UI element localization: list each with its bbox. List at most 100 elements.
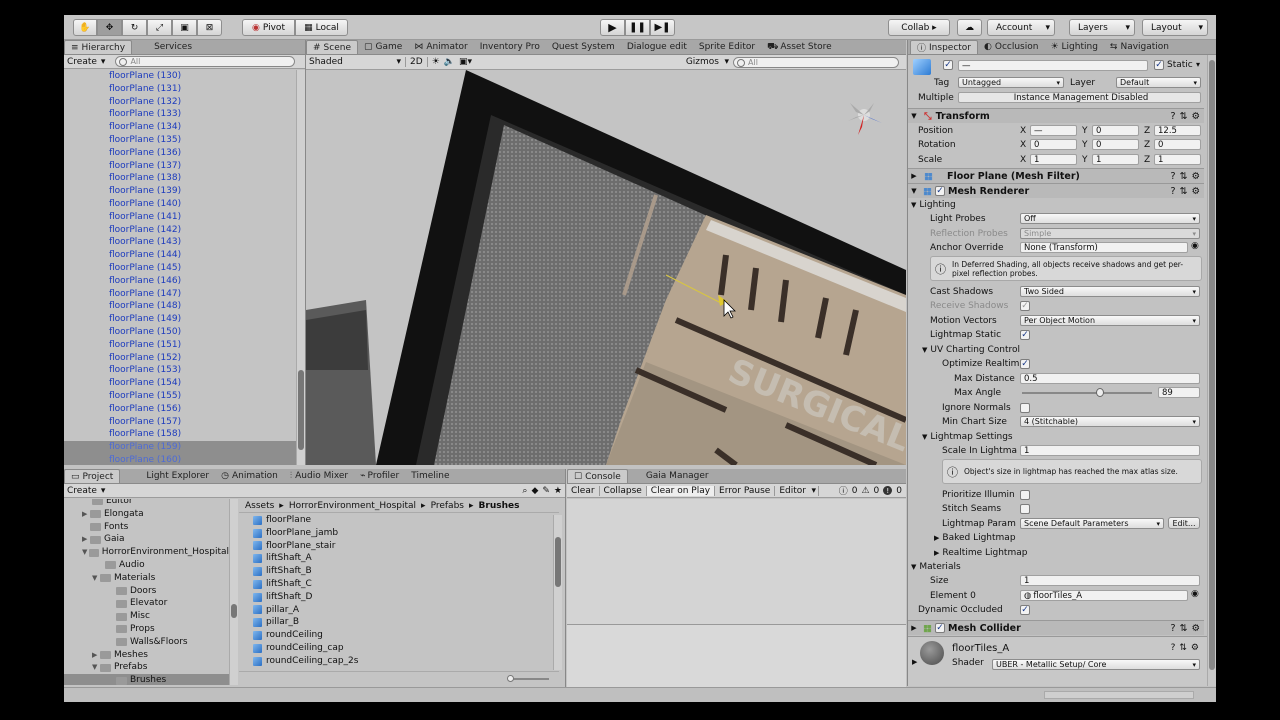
edit-parameters-button[interactable]: Edit...	[1168, 517, 1200, 529]
help-icon[interactable]: ?	[1170, 186, 1175, 197]
active-checkbox[interactable]: ✓	[943, 60, 953, 70]
chevron-right-icon[interactable]: ▶	[82, 533, 90, 546]
tab-profiler[interactable]: ⌁ Profiler	[354, 469, 405, 483]
mesh-collider-header[interactable]: ▶ ▦ ✓ Mesh Collider ? ⇅ ⚙	[908, 620, 1204, 635]
asset-item[interactable]: liftShaft_A	[253, 552, 312, 565]
axis-x-label[interactable]: X	[1020, 155, 1026, 165]
chevron-down-icon[interactable]: ▾	[1196, 60, 1200, 69]
scene-search[interactable]: All	[733, 56, 899, 68]
light-icon[interactable]: ☀	[426, 57, 440, 67]
transform-rot-y-field[interactable]: 0	[1092, 139, 1139, 150]
error-pause-toggle[interactable]: Error Pause	[715, 485, 776, 496]
mesh-renderer-header[interactable]: ▼ ▦ ✓ Mesh Renderer ? ⇅ ⚙	[908, 183, 1204, 198]
layers-dropdown[interactable]: Layers ▾	[1069, 19, 1135, 36]
tab-project[interactable]: ▭ Project	[64, 469, 121, 483]
asset-item[interactable]: roundCeiling	[253, 629, 323, 642]
2d-toggle[interactable]: 2D	[405, 57, 423, 67]
hierarchy-item[interactable]: floorPlane (131)	[64, 83, 296, 96]
asset-item[interactable]: floorPlane_jamb	[253, 527, 338, 540]
hierarchy-scrollbar[interactable]	[296, 70, 305, 465]
object-picker-icon[interactable]: ◉	[1191, 241, 1199, 251]
inspector-scrollbar[interactable]	[1207, 55, 1216, 686]
gear-icon[interactable]: ⚙	[1191, 186, 1200, 197]
transform-scl-x-field[interactable]: 1	[1030, 154, 1077, 165]
chevron-down-icon[interactable]: ▼	[82, 546, 89, 559]
materials-size-field[interactable]: 1	[1020, 575, 1200, 586]
mesh-renderer-enabled-checkbox[interactable]: ✓	[934, 186, 945, 196]
motion-vectors-dropdown[interactable]: Per Object Motion	[1020, 315, 1200, 326]
tab-asset-store[interactable]: ⛟ Asset Store	[761, 40, 838, 54]
transform-tool-icon[interactable]: ⊠	[197, 19, 222, 36]
mesh-collider-enabled-checkbox[interactable]: ✓	[934, 623, 945, 633]
console-log-list[interactable]	[567, 499, 906, 624]
audio-icon[interactable]: 🔈	[444, 57, 455, 67]
console-detail-area[interactable]	[567, 624, 906, 687]
tab-inventory[interactable]: Inventory Pro	[474, 40, 546, 54]
hierarchy-item[interactable]: floorPlane (156)	[64, 403, 296, 416]
hierarchy-item[interactable]: floorPlane (130)	[64, 70, 296, 83]
hierarchy-item[interactable]: floorPlane (148)	[64, 300, 296, 313]
max-angle-field[interactable]: 89	[1158, 387, 1200, 398]
help-icon[interactable]: ?	[1171, 643, 1176, 653]
hierarchy-item[interactable]: floorPlane (155)	[64, 390, 296, 403]
help-icon[interactable]: ?	[1170, 623, 1175, 634]
project-folder-item[interactable]: ▼ Prefabs	[64, 661, 229, 674]
hierarchy-item[interactable]: floorPlane (157)	[64, 416, 296, 429]
chevron-right-icon[interactable]: ▶	[912, 658, 917, 666]
asset-item[interactable]: liftShaft_C	[253, 578, 312, 591]
tab-animator[interactable]: ⋈ Animator	[408, 40, 473, 54]
scene-viewport[interactable]: SURGICAL CENTER	[306, 70, 906, 465]
cloud-icon[interactable]: ☁	[957, 19, 982, 36]
preset-icon[interactable]: ⇅	[1180, 623, 1188, 634]
project-folder-item[interactable]: Misc	[64, 610, 229, 623]
tab-lighting[interactable]: ☀ Lighting	[1044, 40, 1103, 54]
preset-icon[interactable]: ⇅	[1179, 643, 1187, 653]
axis-z-label[interactable]: Z	[1144, 155, 1150, 165]
tab-timeline[interactable]: Timeline	[405, 469, 455, 483]
hierarchy-item[interactable]: floorPlane (160)	[64, 453, 296, 465]
project-folder-item[interactable]: Walls&Floors	[64, 636, 229, 649]
gear-icon[interactable]: ⚙	[1191, 643, 1199, 653]
project-folder-item[interactable]: Fonts	[64, 521, 229, 534]
filter-type-icon[interactable]: ◆	[531, 486, 538, 496]
object-picker-icon[interactable]: ◉	[1191, 589, 1199, 599]
editor-dropdown[interactable]: Editor ▾	[775, 485, 819, 496]
hierarchy-item[interactable]: floorPlane (133)	[64, 108, 296, 121]
slider-handle[interactable]	[507, 675, 514, 682]
lighting-foldout[interactable]: ▼ Lighting	[911, 198, 956, 212]
hierarchy-item[interactable]: floorPlane (158)	[64, 428, 296, 441]
lightmap-static-checkbox[interactable]: ✓	[1020, 330, 1030, 340]
asset-item[interactable]: pillar_A	[253, 604, 299, 617]
transform-scl-y-field[interactable]: 1	[1092, 154, 1139, 165]
object-name-field[interactable]: —	[958, 60, 1148, 71]
optimize-realtime-checkbox[interactable]: ✓	[1020, 359, 1030, 369]
move-tool-icon[interactable]: ✥	[97, 19, 122, 36]
chevron-down-icon[interactable]: ▼	[92, 661, 100, 674]
help-icon[interactable]: ?	[1170, 111, 1175, 122]
play-icon[interactable]: ▶	[600, 19, 625, 36]
info-count-icon[interactable]: ⓘ	[839, 484, 848, 497]
axis-x-label[interactable]: X	[1020, 126, 1026, 136]
collapse-toggle[interactable]: Collapse	[600, 485, 647, 496]
transform-pos-x-field[interactable]: —	[1030, 125, 1077, 136]
stitch-seams-checkbox[interactable]	[1020, 504, 1030, 514]
tab-sprite-editor[interactable]: Sprite Editor	[693, 40, 761, 54]
clear-button[interactable]: Clear	[567, 485, 600, 496]
project-folder-item[interactable]: Brushes	[64, 674, 229, 685]
layout-dropdown[interactable]: Layout ▾	[1142, 19, 1208, 36]
scale-in-lightmap-field[interactable]: 1	[1020, 445, 1200, 456]
clear-on-play-toggle[interactable]: Clear on Play	[646, 485, 716, 496]
gear-icon[interactable]: ⚙	[1191, 111, 1200, 122]
hierarchy-item[interactable]: floorPlane (146)	[64, 275, 296, 288]
hierarchy-item[interactable]: floorPlane (132)	[64, 96, 296, 109]
preset-icon[interactable]: ⇅	[1180, 186, 1188, 197]
search-field-icon[interactable]: ⌕	[522, 486, 527, 496]
gear-icon[interactable]: ⚙	[1191, 171, 1200, 182]
max-distance-field[interactable]: 0.5	[1020, 373, 1200, 384]
project-folder-item[interactable]: ▼ HorrorEnvironment_Hospital	[64, 546, 229, 559]
project-folder-item[interactable]: Props	[64, 623, 229, 636]
materials-foldout[interactable]: ▼ Materials	[911, 560, 961, 574]
breadcrumb-item[interactable]: HorrorEnvironment_Hospital	[289, 501, 416, 511]
tab-animation[interactable]: ◷ Animation	[215, 469, 284, 483]
hierarchy-item[interactable]: floorPlane (139)	[64, 185, 296, 198]
